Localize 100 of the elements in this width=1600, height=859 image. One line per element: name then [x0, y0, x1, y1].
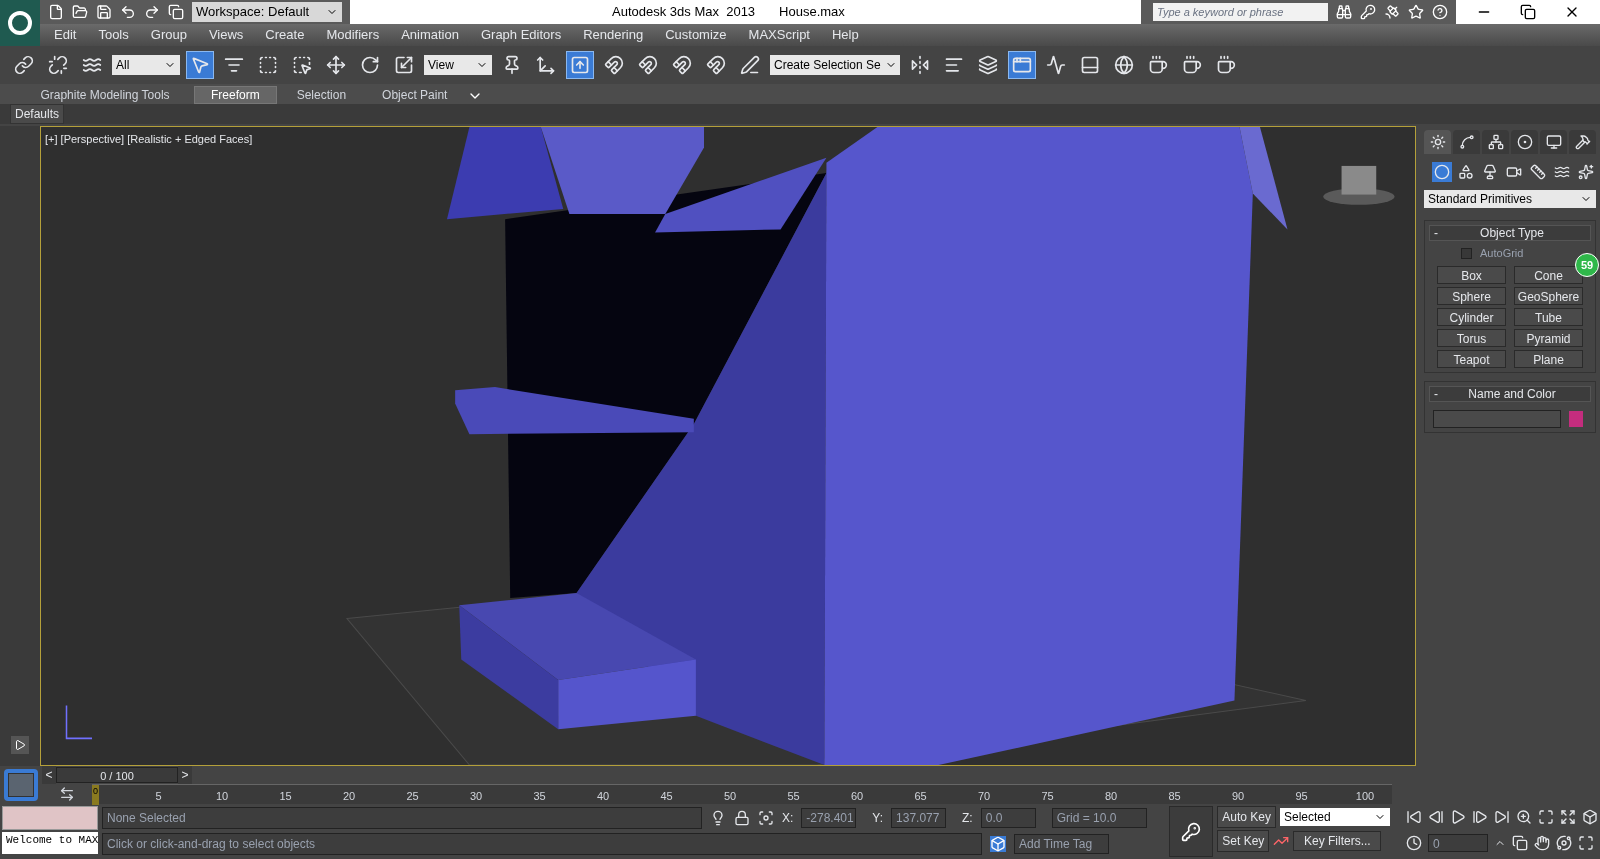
- override-icon[interactable]: [566, 51, 594, 79]
- menu-item[interactable]: Edit: [54, 25, 77, 45]
- object-name-field[interactable]: [1433, 409, 1561, 428]
- primitive-button[interactable]: Tube: [1514, 307, 1583, 326]
- auto-key-button[interactable]: Auto Key: [1217, 806, 1276, 828]
- next-frame-icon[interactable]: [1472, 809, 1488, 825]
- color-swatch[interactable]: [1569, 410, 1583, 427]
- collapse-sign[interactable]: -: [1434, 224, 1438, 242]
- viewport[interactable]: [+] [Perspective] [Realistic + Edged Faces]: [40, 126, 1416, 766]
- menu-item[interactable]: MAXScript: [748, 25, 810, 45]
- open-folder-icon[interactable]: [72, 4, 88, 20]
- primitive-button[interactable]: Pyramid: [1514, 328, 1583, 347]
- add-time-tag[interactable]: Add Time Tag: [1014, 834, 1109, 854]
- menu-item[interactable]: Create: [265, 25, 305, 45]
- toolbar-dropdown[interactable]: All: [112, 55, 180, 75]
- lock-icon[interactable]: [734, 810, 750, 826]
- binoculars-icon[interactable]: [1336, 4, 1352, 20]
- primitive-button[interactable]: Plane: [1514, 349, 1583, 368]
- play-icon[interactable]: [1450, 809, 1466, 825]
- zoom-icon[interactable]: [1516, 809, 1532, 825]
- motion-icon[interactable]: [1511, 130, 1538, 154]
- shapes-icon[interactable]: [1456, 162, 1476, 182]
- hammer-icon[interactable]: [1569, 130, 1596, 154]
- primitive-button[interactable]: Torus: [1437, 328, 1506, 347]
- ribbon-panel-label[interactable]: Defaults: [10, 104, 65, 124]
- rollout-header[interactable]: - Name and Color: [1429, 385, 1591, 402]
- ruler-label: 65: [914, 789, 927, 804]
- previous-frame-button[interactable]: <: [42, 766, 56, 784]
- workspace-dropdown[interactable]: Workspace: Default: [192, 2, 342, 22]
- display-icon[interactable]: [1540, 130, 1567, 154]
- menu-item[interactable]: Graph Editors: [480, 25, 562, 45]
- rollout-header[interactable]: - Object Type: [1429, 225, 1591, 241]
- time-tag-icon[interactable]: [990, 836, 1006, 852]
- primitive-button[interactable]: Box: [1437, 265, 1506, 284]
- menu-item[interactable]: Customize: [665, 25, 727, 45]
- menu-item[interactable]: Views: [208, 25, 244, 45]
- ruler-label: 20: [342, 789, 356, 804]
- key-filters-button[interactable]: Key Filters...: [1293, 831, 1382, 851]
- primitive-button[interactable]: Cylinder: [1437, 307, 1506, 326]
- undo-icon[interactable]: [120, 4, 136, 20]
- primitive-button[interactable]: GeoSphere: [1514, 286, 1583, 305]
- listener-input[interactable]: Welcome to MAX: [2, 832, 98, 854]
- menu-item[interactable]: Animation: [401, 25, 459, 45]
- go-to-start-icon[interactable]: [1406, 809, 1422, 825]
- zoom-all-icon[interactable]: [1538, 809, 1554, 825]
- new-file-icon[interactable]: [48, 4, 64, 20]
- key-mode-dropdown[interactable]: Selected: [1280, 808, 1390, 826]
- ribbon-tab[interactable]: Freeform: [194, 86, 277, 104]
- bulb-icon[interactable]: [710, 810, 726, 826]
- pan-icon[interactable]: [1534, 835, 1550, 851]
- autogrid-checkbox[interactable]: [1461, 247, 1472, 259]
- ribbon-tab[interactable]: Selection: [280, 86, 363, 104]
- set-key-button[interactable]: [1169, 806, 1214, 857]
- menu-item[interactable]: Group: [150, 25, 187, 45]
- toolbar-dropdown[interactable]: View: [424, 55, 492, 75]
- ribbon-tab[interactable]: Graphite Modeling Tools: [20, 86, 190, 104]
- key-icon[interactable]: [1181, 821, 1202, 842]
- menu-item[interactable]: Rendering: [583, 25, 644, 45]
- go-to-end-icon[interactable]: [1494, 809, 1510, 825]
- zoom-extents-icon[interactable]: [1560, 809, 1576, 825]
- restore-icon[interactable]: [1520, 4, 1536, 20]
- app-logo[interactable]: [0, 0, 40, 46]
- search-field[interactable]: Type a keyword or phrase: [1153, 3, 1328, 21]
- sphere-icon[interactable]: [1432, 162, 1452, 182]
- orbit-icon[interactable]: [1556, 835, 1572, 851]
- systems-icon[interactable]: [1576, 162, 1596, 182]
- set-key-toggle[interactable]: Set Key: [1217, 830, 1270, 852]
- ruler-label: 100: [1355, 789, 1375, 804]
- viewport-label[interactable]: [+] [Perspective] [Realistic + Edged Faces]: [45, 131, 253, 148]
- menu-item[interactable]: Help: [832, 25, 859, 45]
- star-icon[interactable]: [1408, 4, 1424, 20]
- primitive-button[interactable]: Sphere: [1437, 286, 1506, 305]
- toolbar-dropdown[interactable]: Create Selection Se: [770, 55, 900, 75]
- z-field[interactable]: 0.0: [980, 808, 1036, 828]
- hierarchy-icon[interactable]: [1482, 130, 1509, 154]
- collapse-sign[interactable]: -: [1434, 384, 1438, 403]
- satellite-icon[interactable]: [1384, 4, 1400, 20]
- category-dropdown[interactable]: Standard Primitives: [1424, 190, 1596, 208]
- key-icon[interactable]: [1360, 4, 1376, 20]
- mini-curve-button[interactable]: [4, 769, 38, 801]
- modify-icon[interactable]: [1453, 130, 1480, 154]
- select-object-icon[interactable]: [186, 51, 214, 79]
- primitive-button[interactable]: Teapot: [1437, 349, 1506, 368]
- absolute-mode-icon[interactable]: [758, 810, 774, 826]
- x-field[interactable]: -278.401: [801, 808, 857, 828]
- previous-frame-icon[interactable]: [1428, 809, 1444, 825]
- frame-field[interactable]: 0: [1428, 834, 1488, 852]
- help-icon[interactable]: [1432, 4, 1448, 20]
- next-frame-button[interactable]: >: [178, 766, 192, 784]
- menu-item[interactable]: Tools: [98, 25, 129, 45]
- menu-item[interactable]: Modifiers: [326, 25, 380, 45]
- scene-explorer-icon[interactable]: [1008, 51, 1036, 79]
- create-icon[interactable]: [1424, 130, 1451, 154]
- tape-icon[interactable]: [1528, 162, 1548, 182]
- save-icon[interactable]: [96, 4, 112, 20]
- redo-icon[interactable]: [144, 4, 160, 20]
- y-field[interactable]: 137.077: [891, 808, 947, 828]
- ribbon-tab[interactable]: Object Paint: [366, 86, 464, 104]
- frame-marker[interactable]: 0: [92, 785, 99, 805]
- maximize-viewport-icon[interactable]: [1578, 835, 1594, 851]
